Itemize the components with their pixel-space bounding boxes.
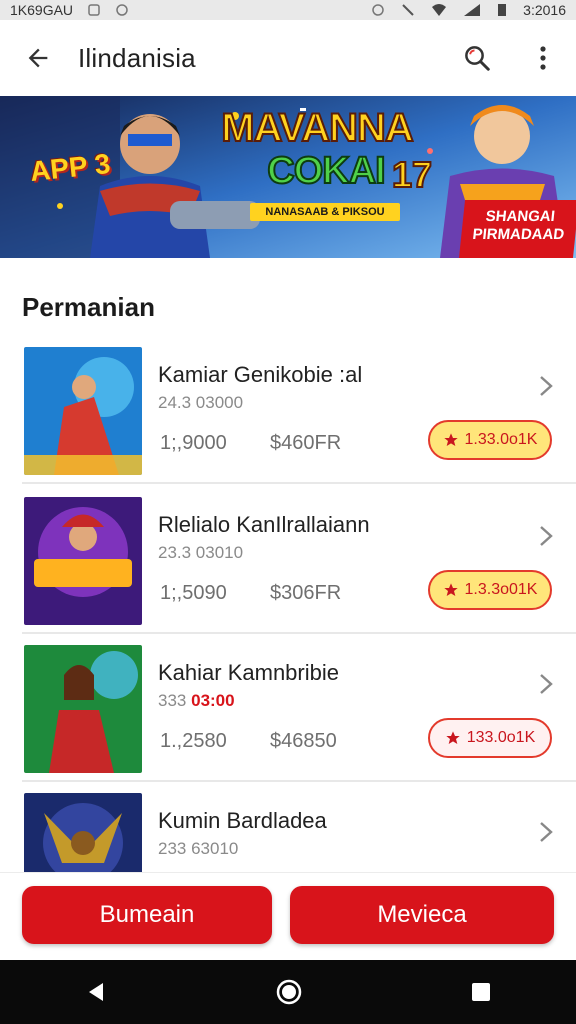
banner-ribbon-line2: PIRMADAAD xyxy=(471,226,566,243)
star-icon xyxy=(443,583,458,596)
game-name: Kahiar Kamnbribie xyxy=(158,660,339,685)
game-thumbnail xyxy=(24,645,142,773)
arrow-left-icon xyxy=(28,48,48,68)
game-players: 1.,2580 xyxy=(160,730,227,752)
rating-badge-label: 1.3.3o01K xyxy=(464,581,538,598)
game-thumbnail xyxy=(24,347,142,475)
search-icon xyxy=(465,46,490,71)
game-name: Kumin Bardladea xyxy=(158,808,327,833)
game-meta: 23.3 03010 xyxy=(158,543,243,563)
banner-subtitle: NANASAAB & PIKSOU xyxy=(250,203,400,221)
game-meta-text: 23.3 03010 xyxy=(158,543,244,562)
rating-badge[interactable]: 1.33.0o1K xyxy=(428,420,552,460)
game-meta-highlight: 03:00 xyxy=(191,691,235,710)
game-price: $460FR xyxy=(270,432,342,454)
chevron-right-icon[interactable] xyxy=(536,672,556,696)
wifi-icon xyxy=(431,3,447,17)
rating-badge-label: 1.33.0o1K xyxy=(464,431,538,448)
system-nav-bar xyxy=(0,960,576,1024)
star-icon xyxy=(446,731,460,744)
rating-badge[interactable]: 1.3.3o01K xyxy=(428,570,552,610)
nav-home-icon[interactable] xyxy=(275,978,303,1006)
banner-title-number: 17 xyxy=(391,153,433,196)
signal-icon xyxy=(463,3,481,17)
alarm-icon xyxy=(371,3,385,17)
nav-recent-icon[interactable] xyxy=(470,981,492,1003)
bottom-action-bar: Bumeain Mevieca xyxy=(0,872,576,960)
promo-banner[interactable]: APP 3 MAVANNA COKAI 17 NANASAAB & PIKSOU… xyxy=(0,96,576,258)
game-name: Kamiar Genikobie :al xyxy=(158,362,363,387)
clock-label: 3:2016 xyxy=(523,2,566,18)
game-thumbnail xyxy=(24,497,142,625)
list-item[interactable]: Kamiar Genikobie :al 24.3 03000 1;,9000 … xyxy=(22,344,576,484)
status-bar: 1K69GAU 3:2016 xyxy=(0,0,576,20)
chevron-right-icon[interactable] xyxy=(536,524,556,548)
game-price: $306FR xyxy=(270,582,342,604)
banner-ribbon: SHANGAI PIRMADAAD xyxy=(458,200,576,258)
game-players: 1;,5090 xyxy=(160,582,227,604)
star-icon xyxy=(443,433,458,446)
nav-back-icon[interactable] xyxy=(84,980,108,1004)
game-meta-text: 333 xyxy=(158,691,187,710)
page-title: Ilindanisia xyxy=(78,42,196,73)
game-price: $46850 xyxy=(270,730,337,752)
banner-title-line1: MAVANNA xyxy=(220,105,415,151)
game-meta-text: 233 63010 xyxy=(158,839,239,858)
more-vert-icon xyxy=(540,46,546,70)
game-meta: 333 03:00 xyxy=(158,691,235,711)
primary-left-button[interactable]: Bumeain xyxy=(22,886,272,944)
rating-badge-label: 133.0o1K xyxy=(466,729,536,746)
rating-badge[interactable]: 133.0o1K xyxy=(428,718,552,758)
banner-ribbon-line1: SHANGAI xyxy=(484,208,556,225)
chevron-right-icon[interactable] xyxy=(536,374,556,398)
app-bar: Ilindanisia xyxy=(0,20,576,96)
more-options-button[interactable] xyxy=(510,20,576,96)
primary-right-button[interactable]: Mevieca xyxy=(290,886,554,944)
carrier-label: 1K69GAU xyxy=(10,2,74,18)
notification-icon xyxy=(87,3,101,17)
sync-icon xyxy=(115,3,129,17)
game-meta-text: 24.3 03000 xyxy=(158,393,244,412)
game-meta: 233 63010 xyxy=(158,839,238,859)
list-item[interactable]: Kahiar Kamnbribie 333 03:00 1.,2580 $468… xyxy=(22,642,576,782)
mute-icon xyxy=(401,3,415,17)
list-item[interactable]: Rlelialo KanIlrallaiann 23.3 03010 1;,50… xyxy=(22,494,576,634)
section-title: Permanian xyxy=(22,292,155,322)
back-button[interactable] xyxy=(0,20,76,96)
search-button[interactable] xyxy=(444,20,510,96)
game-players: 1;,9000 xyxy=(160,432,227,454)
game-name: Rlelialo KanIlrallaiann xyxy=(158,512,370,537)
chevron-right-icon[interactable] xyxy=(536,820,556,844)
battery-icon xyxy=(497,3,507,17)
game-meta: 24.3 03000 xyxy=(158,393,243,413)
